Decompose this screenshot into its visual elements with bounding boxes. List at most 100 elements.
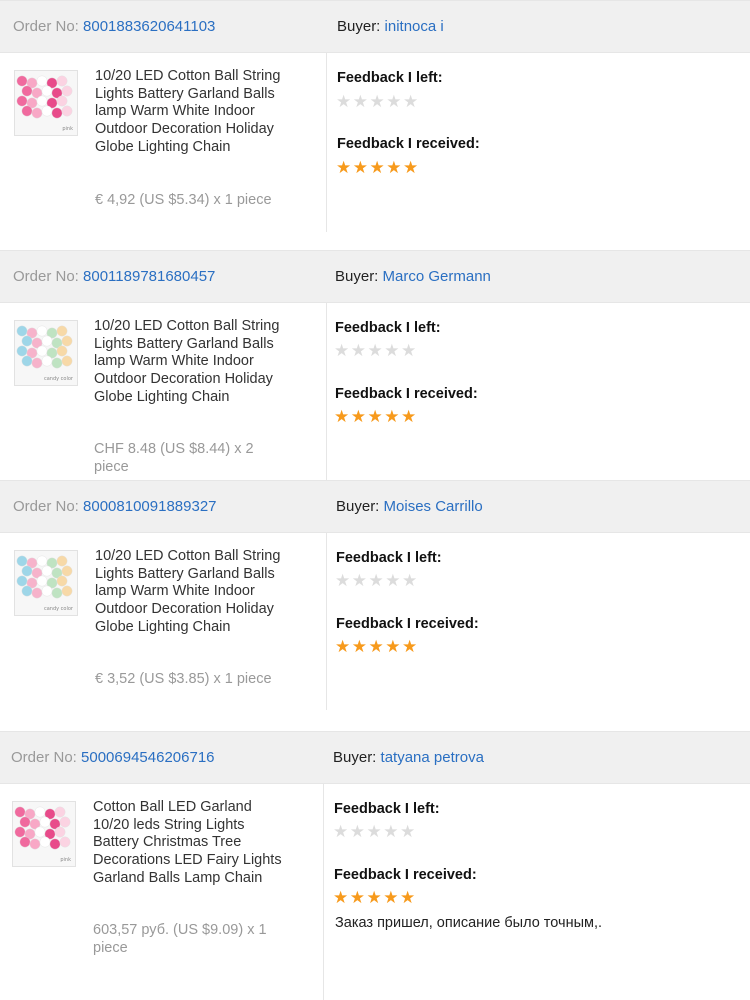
star-filled-icon: ★	[351, 637, 367, 656]
star-filled-icon: ★	[402, 637, 418, 656]
feedback-received-rating: ★★★★★	[336, 159, 420, 177]
star-filled-icon: ★	[383, 888, 399, 907]
product-price: € 4,92 (US $5.34) x 1 piece	[95, 192, 272, 208]
cotton-ball-light	[16, 75, 28, 87]
star-filled-icon: ★	[350, 407, 366, 426]
cotton-ball-light	[59, 816, 71, 828]
cotton-ball-light	[51, 357, 63, 369]
star-outline-icon: ★	[350, 341, 366, 360]
star-filled-icon: ★	[369, 158, 385, 177]
product-thumbnail[interactable]: candy color	[14, 550, 78, 616]
cotton-ball-light	[16, 575, 28, 587]
buyer-label: Buyer:	[336, 498, 380, 515]
cotton-ball-light	[16, 345, 28, 357]
star-outline-icon: ★	[367, 341, 383, 360]
order-card: Order No: 8000810091889327 Buyer: Moises…	[0, 480, 750, 712]
feedback-received-rating: ★★★★★	[335, 638, 419, 656]
cotton-ball-light	[19, 836, 31, 848]
cotton-ball-light	[36, 95, 48, 107]
star-filled-icon: ★	[403, 158, 419, 177]
order-body: candy color 10/20 LED Cotton Ball String…	[0, 532, 750, 710]
order-number-row: Order No: 5000694546206716	[11, 749, 215, 766]
star-outline-icon: ★	[385, 571, 401, 590]
buyer-label: Buyer:	[333, 749, 377, 766]
feedback-comment: Заказ пришел, описание было точным,.	[335, 915, 603, 931]
feedback-left-label: Feedback I left:	[334, 801, 440, 817]
cotton-ball-light	[61, 335, 73, 347]
thumbnail-caption: pink	[60, 857, 71, 863]
star-outline-icon: ★	[384, 341, 400, 360]
cotton-ball-light	[16, 555, 28, 567]
star-filled-icon: ★	[400, 888, 416, 907]
thumbnail-caption: candy color	[43, 606, 73, 612]
star-filled-icon: ★	[335, 637, 351, 656]
buyer-name-link[interactable]: Moises Carrillo	[384, 498, 483, 515]
star-outline-icon: ★	[334, 341, 350, 360]
cotton-ball-light	[36, 325, 48, 337]
star-outline-icon: ★	[366, 822, 382, 841]
cotton-ball-light	[61, 585, 73, 597]
buyer-label: Buyer:	[335, 268, 379, 285]
cotton-ball-light	[56, 575, 68, 587]
feedback-received-label: Feedback I received:	[335, 386, 478, 402]
buyer-row: Buyer: Moises Carrillo	[336, 498, 483, 515]
buyer-label: Buyer:	[337, 18, 381, 35]
product-title-link[interactable]: 10/20 LED Cotton Ball String Lights Batt…	[95, 68, 287, 157]
star-filled-icon: ★	[349, 888, 365, 907]
feedback-received-rating: ★★★★★	[334, 408, 418, 426]
star-outline-icon: ★	[401, 341, 417, 360]
product-thumbnail[interactable]: pink	[14, 70, 78, 136]
cotton-ball-light	[51, 107, 63, 119]
feedback-left-rating: ★★★★★	[334, 342, 418, 360]
star-outline-icon: ★	[369, 92, 385, 111]
cotton-ball-light	[21, 105, 33, 117]
order-number-link[interactable]: 8001883620641103	[83, 18, 215, 35]
cotton-ball-light	[21, 335, 33, 347]
product-title-link[interactable]: Cotton Ball LED Garland 10/20 leds Strin…	[93, 799, 285, 888]
column-divider	[323, 783, 324, 1000]
cotton-ball-light	[41, 585, 53, 597]
product-price: € 3,52 (US $3.85) x 1 piece	[95, 671, 272, 687]
cotton-ball-light	[36, 345, 48, 357]
star-filled-icon: ★	[386, 158, 402, 177]
column-divider	[326, 52, 327, 232]
order-body: candy color 10/20 LED Cotton Ball String…	[0, 302, 750, 480]
product-title-link[interactable]: 10/20 LED Cotton Ball String Lights Batt…	[94, 318, 286, 407]
product-price: CHF 8.48 (US $8.44) x 2 piece	[94, 441, 254, 475]
cotton-ball-light	[34, 826, 46, 838]
cotton-ball-light	[21, 355, 33, 367]
cotton-ball-light	[21, 585, 33, 597]
product-price: 603,57 руб. (US $9.09) x 1 piece	[93, 922, 267, 956]
cotton-ball-light	[56, 75, 68, 87]
product-title-link[interactable]: 10/20 LED Cotton Ball String Lights Batt…	[95, 548, 287, 637]
column-divider	[326, 532, 327, 710]
buyer-name-link[interactable]: Marco Germann	[383, 268, 491, 285]
cotton-ball-light	[41, 355, 53, 367]
cotton-ball-light	[54, 806, 66, 818]
buyer-name-link[interactable]: tatyana petrova	[381, 749, 484, 766]
order-header: Order No: 8000810091889327 Buyer: Moises…	[0, 480, 750, 533]
feedback-left-rating: ★★★★★	[336, 93, 420, 111]
cotton-ball-light	[39, 836, 51, 848]
star-outline-icon: ★	[368, 571, 384, 590]
order-number-link[interactable]: 8001189781680457	[83, 268, 215, 285]
cotton-ball-light	[56, 325, 68, 337]
order-header: Order No: 8001883620641103 Buyer: initno…	[0, 0, 750, 53]
star-outline-icon: ★	[383, 822, 399, 841]
order-header: Order No: 8001189781680457 Buyer: Marco …	[0, 250, 750, 303]
cotton-ball-light	[19, 816, 31, 828]
order-no-label: Order No:	[13, 268, 79, 285]
star-filled-icon: ★	[366, 888, 382, 907]
product-thumbnail[interactable]: pink	[12, 801, 76, 867]
cotton-ball-light	[49, 838, 61, 850]
buyer-name-link[interactable]: initnoca i	[385, 18, 444, 35]
star-filled-icon: ★	[334, 407, 350, 426]
product-thumbnail[interactable]: candy color	[14, 320, 78, 386]
feedback-left-label: Feedback I left:	[336, 550, 442, 566]
order-number-link[interactable]: 8000810091889327	[83, 498, 216, 515]
order-number-link[interactable]: 5000694546206716	[81, 749, 214, 766]
order-no-label: Order No:	[13, 18, 79, 35]
star-filled-icon: ★	[333, 888, 349, 907]
star-filled-icon: ★	[367, 407, 383, 426]
cotton-ball-light	[31, 107, 43, 119]
